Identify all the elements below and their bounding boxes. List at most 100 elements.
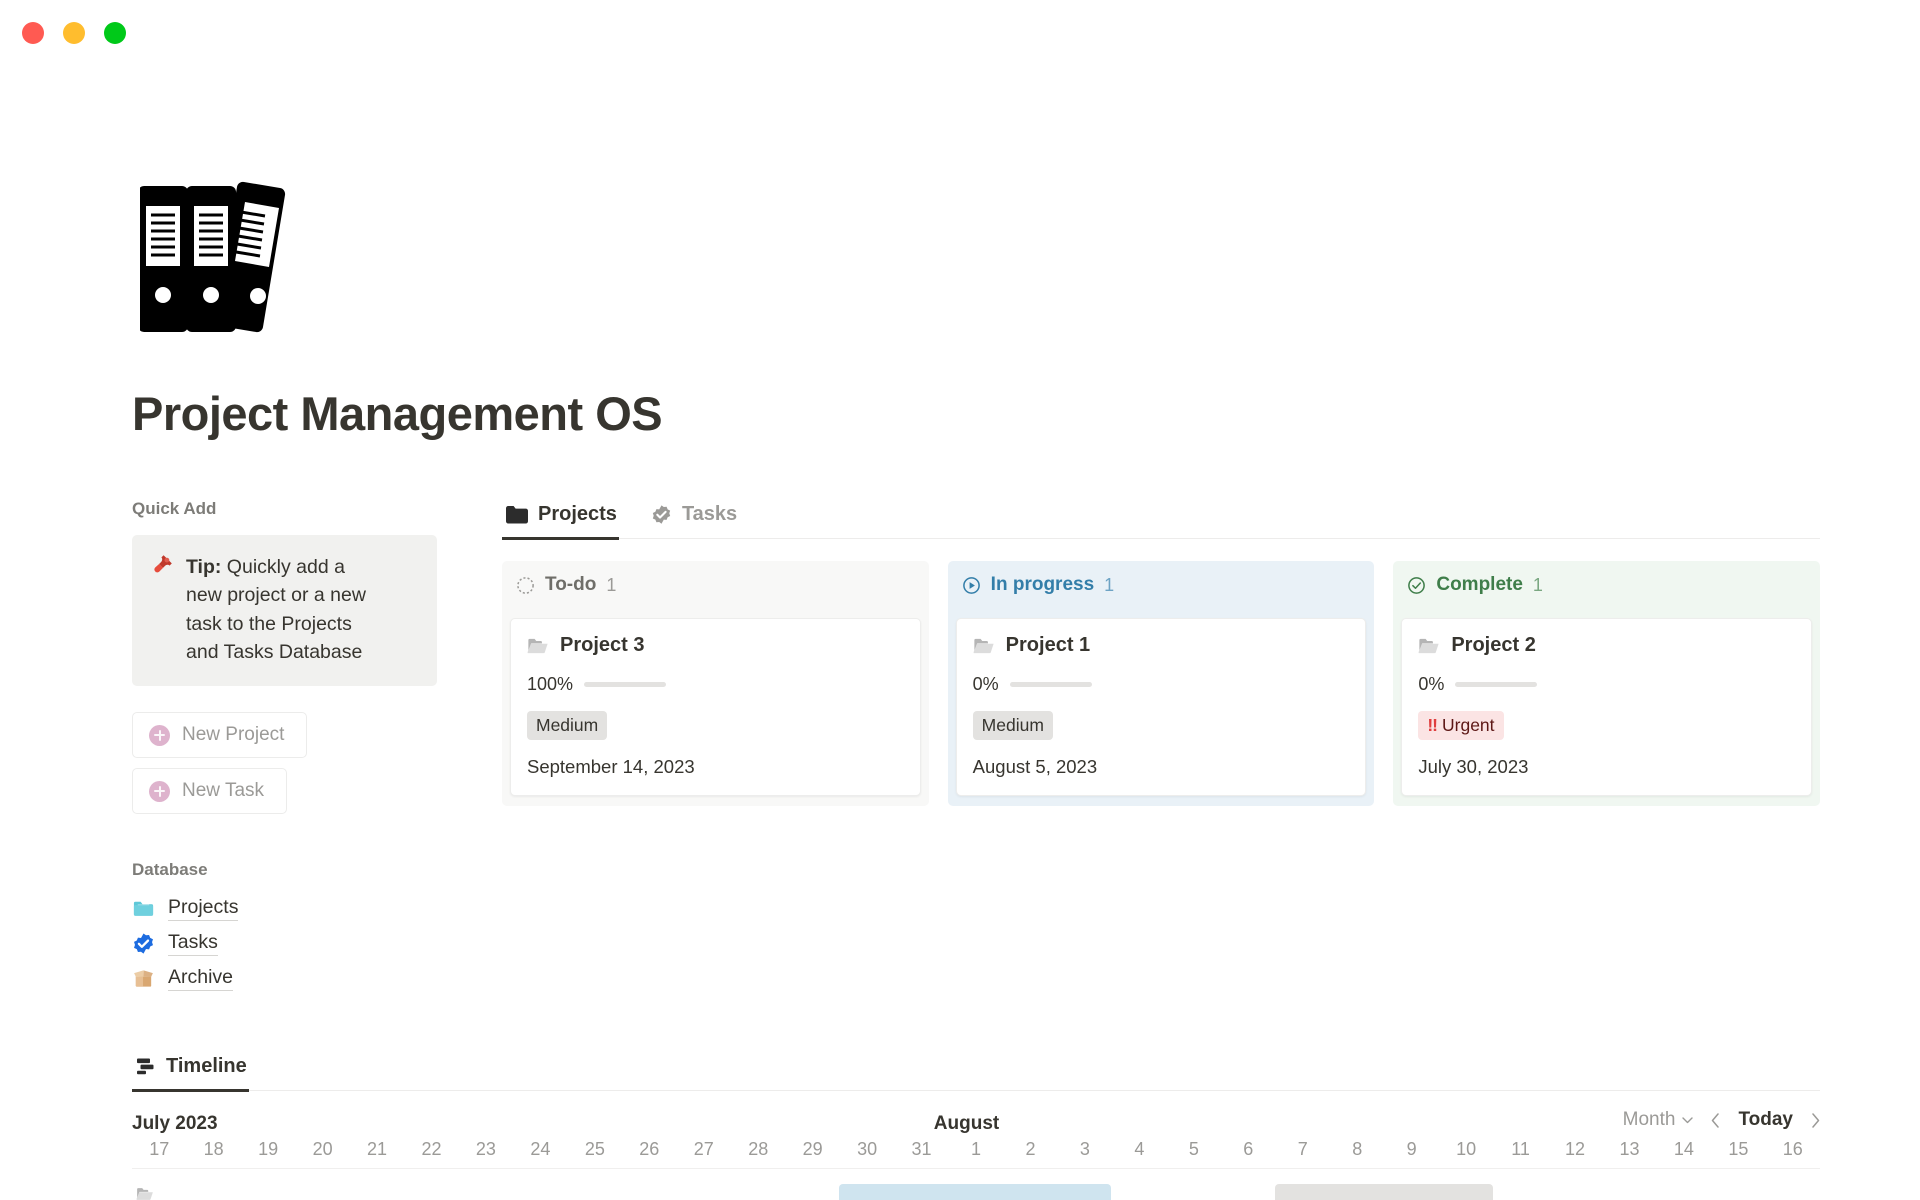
timeline-scale-selector[interactable]: Month	[1623, 1109, 1694, 1131]
database-section: Database Projects	[132, 860, 502, 991]
open-file-folder-icon	[527, 635, 549, 657]
close-window-button[interactable]	[22, 22, 44, 44]
project-card[interactable]: Project 1 0% Medium August 5, 2023	[956, 618, 1367, 796]
column-body-complete: Project 2 0% !!Urgent	[1393, 609, 1820, 806]
timeline-row-label	[136, 1185, 162, 1200]
timeline-day-tick: 17	[132, 1139, 186, 1160]
timeline-day-tick: 25	[568, 1139, 622, 1160]
database-link-tasks[interactable]: Tasks	[132, 931, 502, 956]
card-progress: 0%	[1418, 674, 1795, 695]
open-file-folder-icon	[136, 1185, 154, 1200]
check-circle-icon	[1407, 576, 1426, 595]
kanban-board: To-do 1	[502, 561, 1820, 806]
timeline-row[interactable]	[132, 1179, 1820, 1200]
timeline-bar[interactable]	[839, 1184, 1111, 1200]
timeline-day-tick: 2	[1003, 1139, 1057, 1160]
timeline-day-tick: 6	[1221, 1139, 1275, 1160]
timeline-tabs: Timeline	[132, 1051, 1820, 1091]
timeline-day-tick: 4	[1112, 1139, 1166, 1160]
column-body-todo: Project 3 100% Medium September 14, 2023	[502, 609, 929, 806]
quick-add-buttons: New Project New Task	[132, 712, 502, 814]
tip-callout: Tip: Quickly add a new project or a new …	[132, 535, 437, 686]
column-count: 1	[1533, 575, 1543, 596]
timeline-header: July 2023 August Month Today	[132, 1091, 1820, 1135]
database-link-label: Tasks	[168, 931, 218, 956]
priority-tag: !!Urgent	[1418, 711, 1503, 740]
timeline-day-tick: 23	[459, 1139, 513, 1160]
board-column-todo: To-do 1	[502, 561, 929, 806]
project-card[interactable]: Project 2 0% !!Urgent	[1401, 618, 1812, 796]
timeline-day-tick: 29	[785, 1139, 839, 1160]
board-tabs: Projects Tasks	[502, 499, 1820, 539]
timeline-prev-button[interactable]	[1711, 1113, 1720, 1128]
column-header-in-progress[interactable]: In progress 1	[948, 561, 1375, 609]
card-date: August 5, 2023	[973, 756, 1350, 778]
chevron-down-icon	[1682, 1117, 1693, 1124]
database-links: Projects Tasks	[132, 896, 502, 991]
quick-add-heading: Quick Add	[132, 499, 502, 519]
timeline-day-tick: 5	[1167, 1139, 1221, 1160]
timeline-day-tick: 31	[894, 1139, 948, 1160]
timeline-bar[interactable]	[1275, 1184, 1493, 1200]
chevron-left-icon	[1711, 1113, 1720, 1128]
column-title: To-do	[545, 574, 596, 596]
new-task-button[interactable]: New Task	[132, 768, 287, 814]
play-circle-icon	[962, 576, 981, 595]
database-link-archive[interactable]: Archive	[132, 966, 502, 991]
column-body-in-progress: Project 1 0% Medium August 5, 2023	[948, 609, 1375, 806]
progress-track	[1455, 682, 1537, 687]
card-title: Project 2	[1451, 634, 1535, 657]
timeline-day-tick: 3	[1058, 1139, 1112, 1160]
project-card[interactable]: Project 3 100% Medium September 14, 2023	[510, 618, 921, 796]
timeline-day-tick: 27	[677, 1139, 731, 1160]
column-title: In progress	[991, 574, 1094, 596]
column-count: 1	[1104, 575, 1114, 596]
new-project-button[interactable]: New Project	[132, 712, 307, 758]
check-badge-icon	[651, 504, 672, 525]
priority-tag: Medium	[973, 711, 1053, 740]
card-title: Project 3	[560, 634, 644, 657]
progress-track	[1010, 682, 1092, 687]
minimize-window-button[interactable]	[63, 22, 85, 44]
progress-track	[584, 682, 666, 687]
chevron-right-icon	[1811, 1113, 1820, 1128]
timeline-month-label-2: August	[934, 1113, 999, 1135]
timeline-today-button[interactable]: Today	[1738, 1109, 1793, 1131]
timeline-day-tick: 9	[1384, 1139, 1438, 1160]
database-link-label: Archive	[168, 966, 233, 991]
plus-circle-icon	[149, 781, 170, 802]
maximize-window-button[interactable]	[104, 22, 126, 44]
timeline-rows	[132, 1168, 1820, 1200]
timeline-day-tick: 8	[1330, 1139, 1384, 1160]
traffic-lights	[22, 22, 126, 44]
tab-projects[interactable]: Projects	[502, 499, 633, 538]
card-date: July 30, 2023	[1418, 756, 1795, 778]
plus-circle-icon	[149, 725, 170, 746]
page-title: Project Management OS	[132, 386, 1920, 441]
card-title: Project 1	[1006, 634, 1090, 657]
timeline-controls: Month Today	[1623, 1109, 1820, 1131]
card-index-dividers-icon[interactable]	[140, 178, 300, 343]
timeline-day-tick: 21	[350, 1139, 404, 1160]
check-mark-button-icon	[132, 932, 155, 955]
column-header-complete[interactable]: Complete 1	[1393, 561, 1820, 609]
timeline-day-tick: 12	[1548, 1139, 1602, 1160]
card-progress: 100%	[527, 674, 904, 695]
card-date: September 14, 2023	[527, 756, 904, 778]
page-content: Project Management OS Quick Add Tip: Qui…	[0, 178, 1920, 1200]
board-column-in-progress: In progress 1	[948, 561, 1375, 806]
progress-percent: 0%	[1418, 674, 1444, 695]
timeline-day-tick: 15	[1711, 1139, 1765, 1160]
database-link-projects[interactable]: Projects	[132, 896, 502, 921]
timeline-day-tick: 10	[1439, 1139, 1493, 1160]
open-file-folder-icon	[973, 635, 995, 657]
tab-tasks[interactable]: Tasks	[647, 499, 753, 538]
tab-timeline[interactable]: Timeline	[132, 1051, 263, 1090]
card-title-row: Project 1	[973, 634, 1350, 657]
column-header-todo[interactable]: To-do 1	[502, 561, 929, 609]
timeline-section: Timeline July 2023 August Month Today	[132, 1051, 1820, 1200]
tip-callout-text: Tip: Quickly add a new project or a new …	[186, 553, 386, 666]
tab-projects-label: Projects	[538, 503, 617, 526]
gantt-icon	[136, 1057, 156, 1076]
timeline-next-button[interactable]	[1811, 1113, 1820, 1128]
